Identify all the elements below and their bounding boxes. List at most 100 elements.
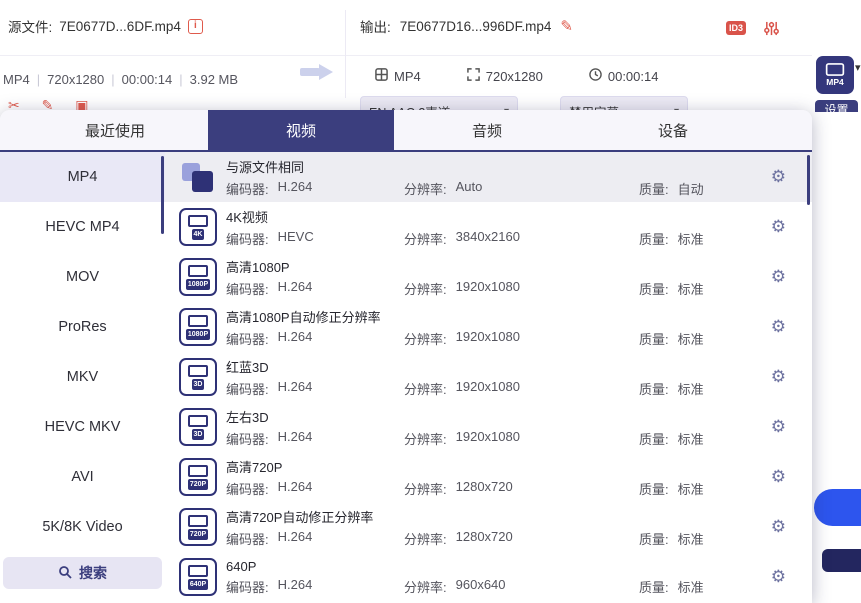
sidebar-item[interactable]: MKV bbox=[0, 352, 165, 402]
format-grid-icon bbox=[375, 68, 388, 84]
preset-row[interactable]: 720P 高清720P 编码器: H.264 分辨率: bbox=[165, 452, 812, 502]
gear-icon[interactable]: ⚙ bbox=[771, 267, 786, 287]
encoder-cell: 编码器: HEVC bbox=[226, 229, 404, 248]
quality-label: 质量: bbox=[639, 529, 669, 548]
resolution-value: 1280x720 bbox=[456, 479, 513, 498]
output-duration-cell: 00:00:14 bbox=[589, 68, 659, 84]
encoder-cell: 编码器: H.264 bbox=[226, 279, 404, 298]
sidebar-item[interactable]: MP4 bbox=[0, 152, 165, 202]
encoder-value: H.264 bbox=[278, 577, 313, 596]
tab[interactable]: 音频 bbox=[394, 110, 580, 150]
quality-label: 质量: bbox=[639, 329, 669, 348]
preset-name: 高清1080P自动修正分辨率 bbox=[226, 307, 812, 326]
format-icon bbox=[179, 158, 217, 196]
resolution-value: 3840x2160 bbox=[456, 229, 520, 248]
sidebar-item[interactable]: AVI bbox=[0, 452, 165, 502]
gear-icon[interactable]: ⚙ bbox=[771, 467, 786, 487]
sidebar-item[interactable]: ProRes bbox=[0, 302, 165, 352]
gear-icon[interactable]: ⚙ bbox=[771, 167, 786, 187]
sidebar-item[interactable]: HEVC MP4 bbox=[0, 202, 165, 252]
preset-row[interactable]: 与源文件相同 编码器: H.264 分辨率: Auto bbox=[165, 152, 812, 202]
format-badge: 3D bbox=[192, 429, 205, 440]
preset-name: 红蓝3D bbox=[226, 357, 812, 376]
quality-cell: 质量: 标准 bbox=[639, 429, 812, 448]
preset-name: 高清1080P bbox=[226, 257, 812, 276]
sidebar-item-label: 5K/8K Video bbox=[42, 519, 122, 535]
sidebar-scrollbar[interactable] bbox=[161, 156, 164, 234]
screen-icon bbox=[188, 315, 208, 327]
preset-row[interactable]: 4K 4K视频 编码器: HEVC 分辨率: bbox=[165, 202, 812, 252]
format-badge: 4K bbox=[192, 229, 205, 240]
rename-icon[interactable]: ✎ bbox=[560, 17, 573, 35]
format-icon: 3D bbox=[179, 408, 217, 446]
preset-row[interactable]: 640P 640P 编码器: H.264 分辨率: bbox=[165, 552, 812, 602]
info-icon[interactable]: i bbox=[188, 19, 203, 34]
tab[interactable]: 视频 bbox=[208, 110, 394, 150]
format-icon: 4K bbox=[179, 208, 217, 246]
resolution-label: 分辨率: bbox=[404, 229, 447, 248]
resolution-cell: 分辨率: 1920x1080 bbox=[404, 279, 639, 298]
preset-row[interactable]: 1080P 高清1080P自动修正分辨率 编码器: H.264 分辨率: bbox=[165, 302, 812, 352]
preset-name: 左右3D bbox=[226, 407, 812, 426]
gear-icon[interactable]: ⚙ bbox=[771, 367, 786, 387]
id3-tag-icon[interactable]: ID3 bbox=[726, 21, 746, 35]
gear-icon[interactable]: ⚙ bbox=[771, 417, 786, 437]
quality-value: 标准 bbox=[678, 229, 704, 248]
quality-cell: 质量: 标准 bbox=[639, 577, 812, 596]
app-window: 源文件: 7E0677D...6DF.mp4 i MP4|720x1280|00… bbox=[0, 0, 861, 603]
screen-icon bbox=[188, 415, 208, 427]
encoder-cell: 编码器: H.264 bbox=[226, 329, 404, 348]
preset-row[interactable]: 3D 红蓝3D 编码器: H.264 分辨率: bbox=[165, 352, 812, 402]
output-format-button[interactable]: MP4 bbox=[816, 56, 854, 94]
resolution-cell: 分辨率: 960x640 bbox=[404, 577, 639, 596]
quality-cell: 质量: 标准 bbox=[639, 529, 812, 548]
sidebar-item[interactable]: 5K/8K Video bbox=[0, 502, 165, 552]
quality-label: 质量: bbox=[639, 279, 669, 298]
tab[interactable]: 设备 bbox=[580, 110, 766, 150]
sidebar-item[interactable]: HEVC MKV bbox=[0, 402, 165, 452]
flow-arrow-icon bbox=[300, 64, 336, 80]
gear-icon[interactable]: ⚙ bbox=[771, 517, 786, 537]
gear-icon[interactable]: ⚙ bbox=[771, 217, 786, 237]
quality-label: 质量: bbox=[639, 179, 669, 198]
preset-name: 高清720P自动修正分辨率 bbox=[226, 507, 812, 526]
sidebar-item-label: HEVC MP4 bbox=[45, 219, 119, 235]
source-format: MP4 bbox=[3, 72, 30, 87]
convert-button-partial[interactable] bbox=[814, 489, 861, 526]
quality-cell: 质量: 标准 bbox=[639, 479, 812, 498]
encoder-label: 编码器: bbox=[226, 577, 269, 596]
format-caret-icon[interactable]: ▾ bbox=[855, 61, 861, 74]
gear-icon[interactable]: ⚙ bbox=[771, 567, 786, 587]
encoder-label: 编码器: bbox=[226, 229, 269, 248]
format-sidebar: MP4 HEVC MP4 MOV ProRes MKV HEVC MKV AVI bbox=[0, 152, 165, 601]
preset-row[interactable]: 720P 高清720P自动修正分辨率 编码器: H.264 分辨率: bbox=[165, 502, 812, 552]
preset-row[interactable]: 1080P 高清1080P 编码器: H.264 分辨率: bbox=[165, 252, 812, 302]
preset-row[interactable]: 3D 左右3D 编码器: H.264 分辨率: bbox=[165, 402, 812, 452]
list-scrollbar[interactable] bbox=[807, 155, 810, 205]
search-button[interactable]: 搜索 bbox=[3, 557, 162, 589]
sidebar-item-label: ProRes bbox=[58, 319, 106, 335]
encoder-cell: 编码器: H.264 bbox=[226, 179, 404, 198]
resolution-expand-icon bbox=[467, 68, 480, 84]
equalizer-icon[interactable] bbox=[764, 20, 779, 42]
quality-label: 质量: bbox=[639, 229, 669, 248]
resolution-label: 分辨率: bbox=[404, 179, 447, 198]
sidebar-item-label: HEVC MKV bbox=[45, 419, 121, 435]
output-resolution: 720x1280 bbox=[486, 69, 543, 84]
output-meta: MP4 720x1280 00:00:14 bbox=[375, 68, 658, 84]
encoder-cell: 编码器: H.264 bbox=[226, 379, 404, 398]
quality-value: 标准 bbox=[678, 379, 704, 398]
resolution-value: 1280x720 bbox=[456, 529, 513, 548]
format-badge: 1080P bbox=[186, 329, 210, 340]
source-size: 3.92 MB bbox=[190, 72, 238, 87]
gear-icon[interactable]: ⚙ bbox=[771, 317, 786, 337]
settings-button-partial[interactable]: 设置 bbox=[815, 100, 858, 112]
tab[interactable]: 最近使用 bbox=[22, 110, 208, 150]
source-label: 源文件: bbox=[8, 16, 52, 36]
resolution-value: 1920x1080 bbox=[456, 329, 520, 348]
bottom-bar-partial bbox=[822, 549, 861, 572]
sidebar-item[interactable]: MOV bbox=[0, 252, 165, 302]
output-format: MP4 bbox=[394, 69, 421, 84]
screen-icon bbox=[188, 265, 208, 277]
encoder-value: H.264 bbox=[278, 479, 313, 498]
